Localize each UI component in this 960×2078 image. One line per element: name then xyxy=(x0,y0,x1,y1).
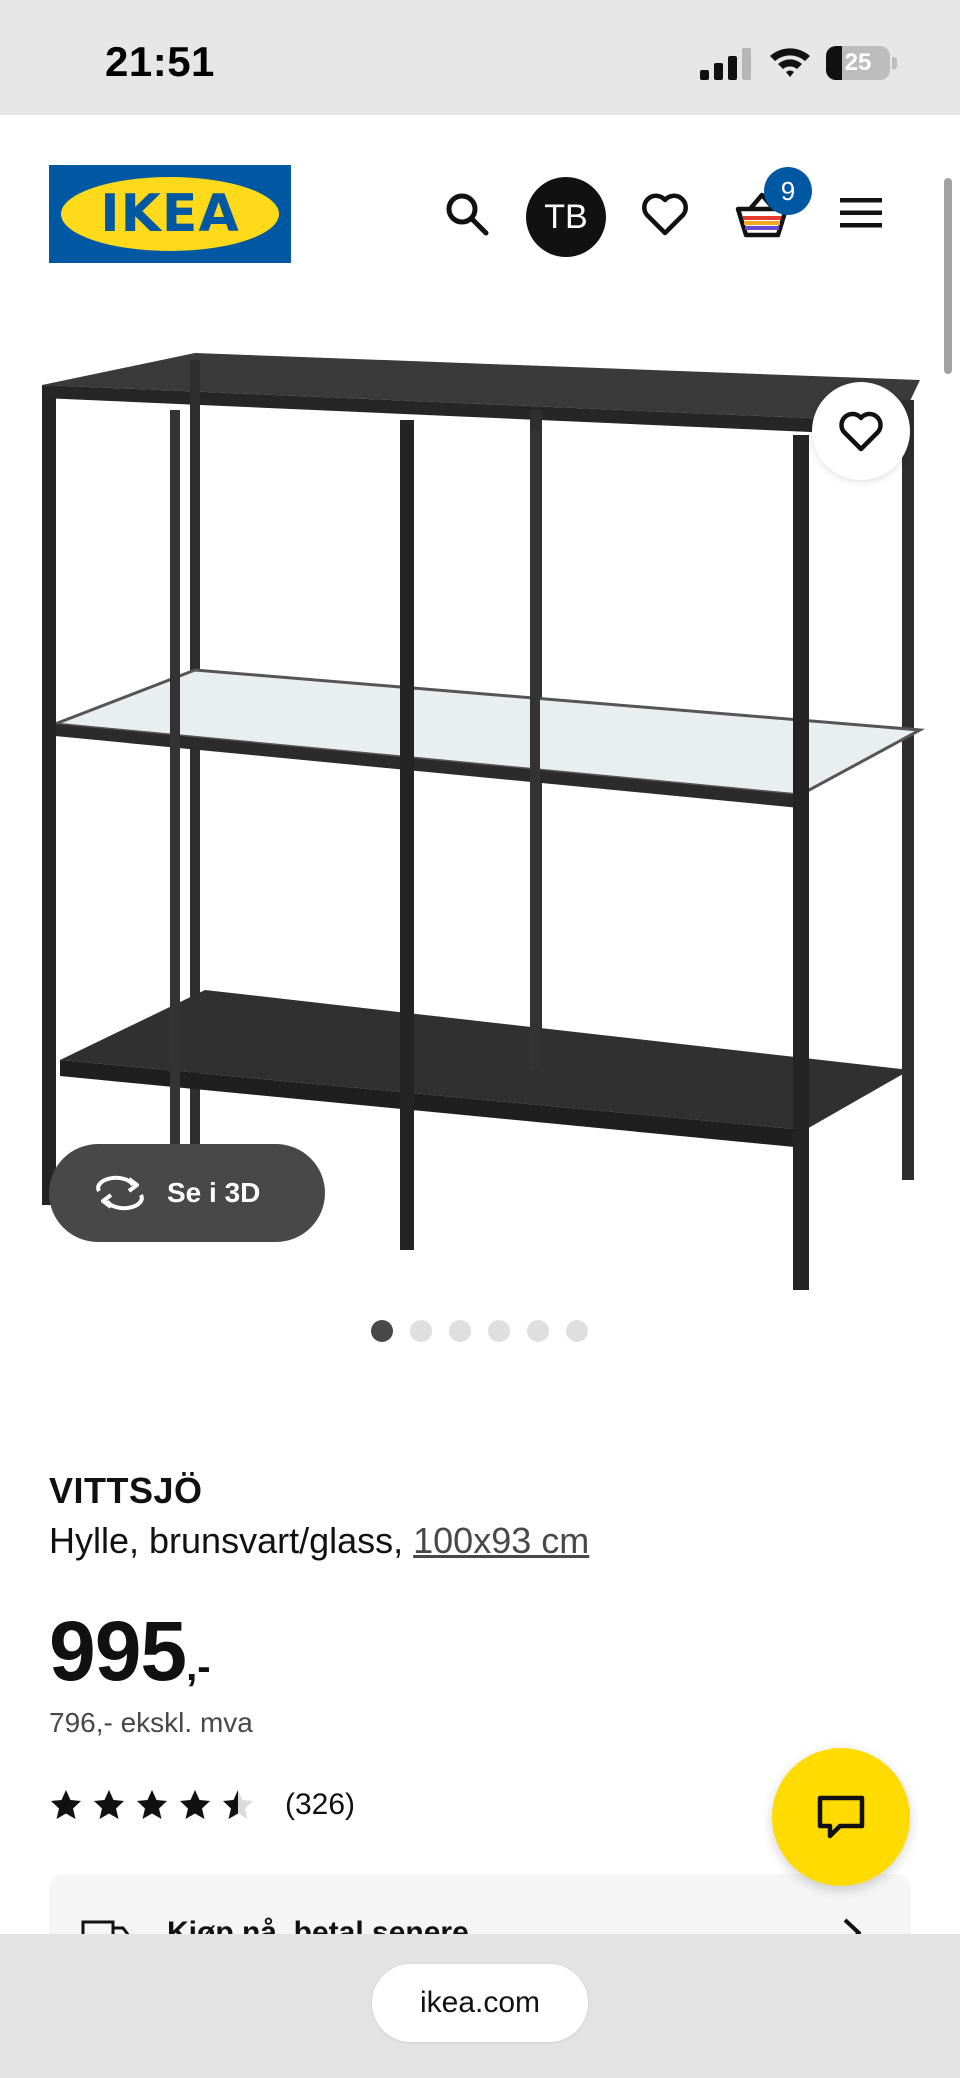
price-amount: 995 xyxy=(49,1604,187,1698)
star-icon xyxy=(180,1790,210,1819)
page-scrollbar[interactable] xyxy=(944,178,952,374)
cart-count-badge: 9 xyxy=(764,167,812,215)
wifi-icon xyxy=(770,48,810,77)
image-carousel-dots[interactable] xyxy=(371,1320,588,1342)
carousel-dot[interactable] xyxy=(410,1320,432,1342)
star-icon xyxy=(137,1790,167,1819)
view-in-3d-button[interactable]: Se i 3D xyxy=(49,1144,325,1242)
product-name: VITTSJÖ xyxy=(49,1470,203,1511)
star-icon xyxy=(51,1790,81,1819)
product-type: Hylle, brunsvart/glass, xyxy=(49,1520,414,1561)
rotate-3d-icon xyxy=(96,1175,144,1211)
carousel-dot[interactable] xyxy=(449,1320,471,1342)
product-rating[interactable]: (326) xyxy=(49,1786,355,1824)
heart-icon xyxy=(839,411,883,452)
carousel-dot[interactable] xyxy=(371,1320,393,1342)
product-price: 995,- xyxy=(49,1603,211,1698)
heart-icon[interactable] xyxy=(640,191,690,237)
star-icon xyxy=(94,1790,124,1819)
add-to-wishlist-button[interactable] xyxy=(812,382,910,480)
star-icon xyxy=(223,1790,253,1819)
carousel-dot[interactable] xyxy=(527,1320,549,1342)
chat-bubble-icon xyxy=(817,1795,865,1839)
hamburger-menu-icon[interactable] xyxy=(840,197,882,229)
cellular-signal-icon xyxy=(700,48,751,80)
status-time: 21:51 xyxy=(105,38,215,85)
search-icon[interactable] xyxy=(443,190,491,238)
address-bar[interactable]: ikea.com xyxy=(372,1964,588,2042)
browser-toolbar: ikea.com xyxy=(0,1934,960,2078)
review-count: (326) xyxy=(285,1788,356,1821)
product-size-link[interactable]: 100x93 cm xyxy=(413,1520,589,1561)
profile-avatar[interactable]: TB xyxy=(526,177,606,257)
site-header: IKEA TB 9 xyxy=(0,115,960,315)
battery-indicator: 25 xyxy=(826,46,898,80)
rating-stars xyxy=(49,1788,264,1822)
price-suffix: ,- xyxy=(186,1645,211,1689)
view-in-3d-label: Se i 3D xyxy=(167,1177,261,1208)
chat-button[interactable] xyxy=(772,1748,910,1886)
carousel-dot[interactable] xyxy=(566,1320,588,1342)
product-description: Hylle, brunsvart/glass, 100x93 cm xyxy=(49,1520,589,1562)
price-excluding-vat: 796,- ekskl. mva xyxy=(49,1707,253,1738)
status-bar: 21:51 25 xyxy=(0,0,960,115)
ikea-logo[interactable]: IKEA xyxy=(49,165,291,263)
carousel-dot[interactable] xyxy=(488,1320,510,1342)
battery-level: 25 xyxy=(844,49,872,76)
